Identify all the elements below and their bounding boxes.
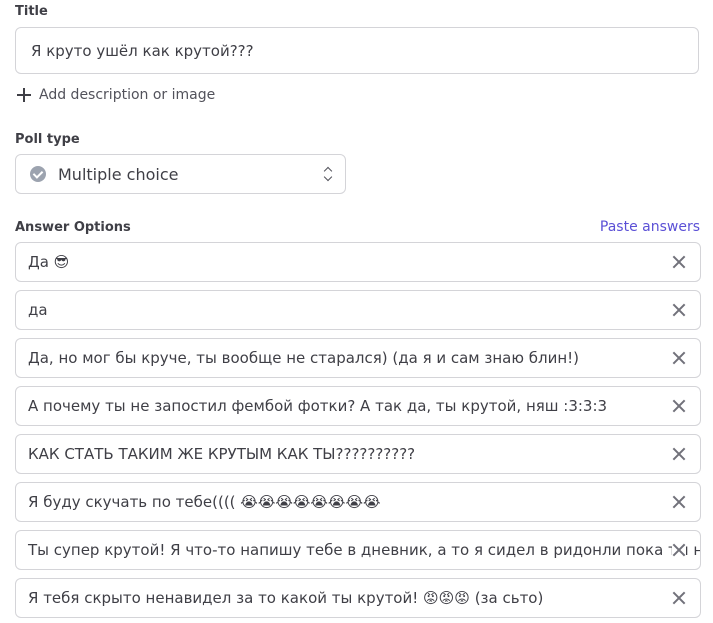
check-circle-icon xyxy=(30,166,46,182)
plus-icon xyxy=(17,88,31,102)
add-description-button[interactable]: Add description or image xyxy=(17,87,215,103)
close-icon[interactable] xyxy=(672,495,686,509)
answer-option-4[interactable]: А почему ты не запостил фембой фотки? А … xyxy=(15,386,701,426)
answer-option-1[interactable]: Да 😎 xyxy=(15,242,701,282)
answer-option-text: да xyxy=(28,301,48,319)
title-label: Title xyxy=(15,4,48,19)
answer-option-2[interactable]: да xyxy=(15,290,701,330)
answer-option-8[interactable]: Я тебя скрыто ненавидел за то какой ты к… xyxy=(15,578,701,618)
answer-option-text: Да 😎 xyxy=(28,253,70,271)
close-icon[interactable] xyxy=(672,255,686,269)
title-input-value: Я круто ушёл как крутой??? xyxy=(31,42,254,60)
answer-option-text: КАК СТАТЬ ТАКИМ ЖЕ КРУТЫМ КАК ТЫ????????… xyxy=(28,445,416,463)
title-input[interactable]: Я круто ушёл как крутой??? xyxy=(15,27,699,74)
poll-type-select[interactable]: Multiple choice xyxy=(15,154,346,194)
close-icon[interactable] xyxy=(672,351,686,365)
answer-option-6[interactable]: Я буду скучать по тебе(((( 😭😭😭😭😭😭😭😭 xyxy=(15,482,701,522)
answer-option-text: А почему ты не запостил фембой фотки? А … xyxy=(28,397,608,415)
add-description-label: Add description or image xyxy=(39,87,216,103)
poll-type-value: Multiple choice xyxy=(58,164,179,184)
answer-option-text: Ты супер крутой! Я что-то напишу тебе в … xyxy=(28,541,701,559)
close-icon[interactable] xyxy=(672,303,686,317)
answer-option-3[interactable]: Да, но мог бы круче, ты вообще не старал… xyxy=(15,338,701,378)
close-icon[interactable] xyxy=(672,543,686,557)
answer-option-text: Да, но мог бы круче, ты вообще не старал… xyxy=(28,349,580,367)
answer-option-text: Я буду скучать по тебе(((( 😭😭😭😭😭😭😭😭 xyxy=(28,493,381,511)
answer-option-7[interactable]: Ты супер крутой! Я что-то напишу тебе в … xyxy=(15,530,701,570)
close-icon[interactable] xyxy=(672,447,686,461)
chevron-up-down-icon xyxy=(323,166,333,182)
paste-answers-link[interactable]: Paste answers xyxy=(600,219,700,235)
poll-type-label: Poll type xyxy=(15,132,80,147)
answer-options-label: Answer Options xyxy=(15,220,131,235)
answer-option-text: Я тебя скрыто ненавидел за то какой ты к… xyxy=(28,589,544,607)
answer-option-5[interactable]: КАК СТАТЬ ТАКИМ ЖЕ КРУТЫМ КАК ТЫ????????… xyxy=(15,434,701,474)
close-icon[interactable] xyxy=(672,591,686,605)
close-icon[interactable] xyxy=(672,399,686,413)
